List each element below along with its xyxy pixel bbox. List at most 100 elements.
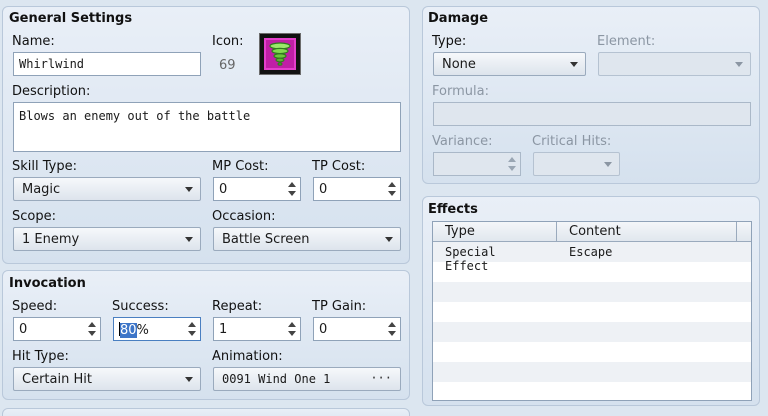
variance-label: Variance: (432, 134, 493, 149)
cell-type (433, 342, 557, 362)
cell-type (433, 322, 557, 342)
critical-hits-label: Critical Hits: (532, 134, 612, 149)
tp-cost-stepper[interactable]: 0 (313, 177, 401, 201)
tp-gain-stepper[interactable]: 0 (313, 317, 401, 341)
success-stepper[interactable]: 80% (113, 317, 201, 341)
variance-stepper[interactable] (433, 152, 521, 176)
chevron-down-icon (185, 187, 193, 192)
increment-icon[interactable] (188, 322, 196, 327)
whirlwind-icon (264, 38, 296, 70)
cell-type (433, 362, 557, 382)
skill-type-select[interactable]: Magic (13, 177, 201, 201)
skill-type-value: Magic (22, 182, 61, 197)
general-settings-panel: General Settings Name: Whirlwind Icon: 6… (2, 6, 410, 264)
speed-value: 0 (19, 322, 28, 337)
skill-type-label: Skill Type: (12, 159, 77, 174)
cell-type (433, 262, 557, 282)
scope-select[interactable]: 1 Enemy (13, 227, 201, 251)
panel-title: Damage (428, 11, 489, 26)
damage-panel: Damage Type: None Element: Formula: Vari… (422, 6, 760, 184)
decrement-icon[interactable] (388, 191, 396, 196)
decrement-icon[interactable] (188, 331, 196, 336)
panel-title: Invocation (9, 276, 86, 291)
chevron-down-icon (735, 62, 743, 67)
ellipsis-icon[interactable]: ··· (370, 371, 392, 385)
description-label: Description: (12, 84, 91, 99)
success-value: 80 (120, 323, 137, 338)
increment-icon[interactable] (388, 322, 396, 327)
critical-hits-select[interactable] (533, 152, 620, 176)
success-unit: % (136, 323, 149, 338)
occasion-label: Occasion: (212, 209, 276, 224)
mp-cost-value: 0 (219, 182, 228, 197)
hit-type-select[interactable]: Certain Hit (13, 367, 201, 391)
next-panel (2, 408, 410, 416)
hit-type-value: Certain Hit (22, 372, 92, 387)
mp-cost-stepper[interactable]: 0 (213, 177, 301, 201)
decrement-icon[interactable] (388, 331, 396, 336)
increment-icon[interactable] (388, 182, 396, 187)
decrement-icon[interactable] (288, 191, 296, 196)
cell-content (557, 282, 737, 302)
table-row[interactable] (433, 362, 751, 382)
cell-content (557, 342, 737, 362)
table-row[interactable] (433, 282, 751, 302)
increment-icon[interactable] (88, 322, 96, 327)
decrement-icon[interactable] (88, 331, 96, 336)
name-field[interactable]: Whirlwind (13, 52, 201, 76)
invocation-panel: Invocation Speed: 0 Success: 80% Repeat:… (2, 270, 410, 400)
icon-label: Icon: (212, 34, 244, 49)
animation-value: 0091 Wind One 1 (222, 372, 331, 386)
increment-icon[interactable] (508, 157, 516, 162)
table-header: Type Content (433, 222, 751, 242)
icon-index: 69 (219, 58, 236, 73)
column-header-type[interactable]: Type (433, 222, 557, 241)
damage-type-label: Type: (432, 34, 467, 49)
chevron-down-icon (570, 62, 578, 67)
increment-icon[interactable] (288, 322, 296, 327)
speed-stepper[interactable]: 0 (13, 317, 101, 341)
cell-content (557, 362, 737, 382)
table-body: Special Effect Escape (433, 242, 751, 382)
repeat-value: 1 (219, 322, 228, 337)
mp-cost-label: MP Cost: (212, 159, 269, 174)
formula-label: Formula: (432, 84, 489, 99)
speed-label: Speed: (12, 299, 58, 314)
icon-picker[interactable] (259, 33, 301, 75)
animation-label: Animation: (212, 349, 283, 364)
increment-icon[interactable] (288, 182, 296, 187)
table-row[interactable]: Special Effect Escape (433, 242, 751, 273)
table-row[interactable] (433, 342, 751, 362)
damage-type-value: None (442, 57, 476, 72)
table-row[interactable] (433, 302, 751, 322)
animation-picker[interactable]: 0091 Wind One 1 ··· (213, 367, 401, 391)
chevron-down-icon (604, 162, 612, 167)
formula-field[interactable] (433, 102, 751, 126)
cell-type (433, 302, 557, 322)
tp-cost-value: 0 (319, 182, 328, 197)
decrement-icon[interactable] (508, 166, 516, 171)
repeat-label: Repeat: (212, 299, 263, 314)
decrement-icon[interactable] (288, 331, 296, 336)
name-label: Name: (12, 34, 55, 49)
success-label: Success: (112, 299, 169, 314)
occasion-select[interactable]: Battle Screen (213, 227, 401, 251)
cell-type: Special Effect (445, 245, 496, 273)
tp-cost-label: TP Cost: (312, 159, 366, 174)
scope-value: 1 Enemy (22, 232, 80, 247)
damage-type-select[interactable]: None (433, 52, 586, 76)
chevron-down-icon (185, 377, 193, 382)
column-header-content[interactable]: Content (557, 222, 737, 241)
cell-content (557, 322, 737, 342)
description-field[interactable]: Blows an enemy out of the battle (13, 102, 401, 152)
table-row[interactable] (433, 322, 751, 342)
repeat-stepper[interactable]: 1 (213, 317, 301, 341)
table-row[interactable] (433, 262, 751, 282)
cell-content (557, 302, 737, 322)
element-select[interactable] (598, 52, 751, 76)
tp-gain-value: 0 (319, 322, 328, 337)
effects-panel: Effects Type Content Special Effect Escap… (422, 196, 760, 406)
effects-table[interactable]: Type Content Special Effect Escape (432, 221, 752, 401)
panel-title: Effects (428, 202, 478, 217)
cell-content: Escape (569, 245, 613, 259)
